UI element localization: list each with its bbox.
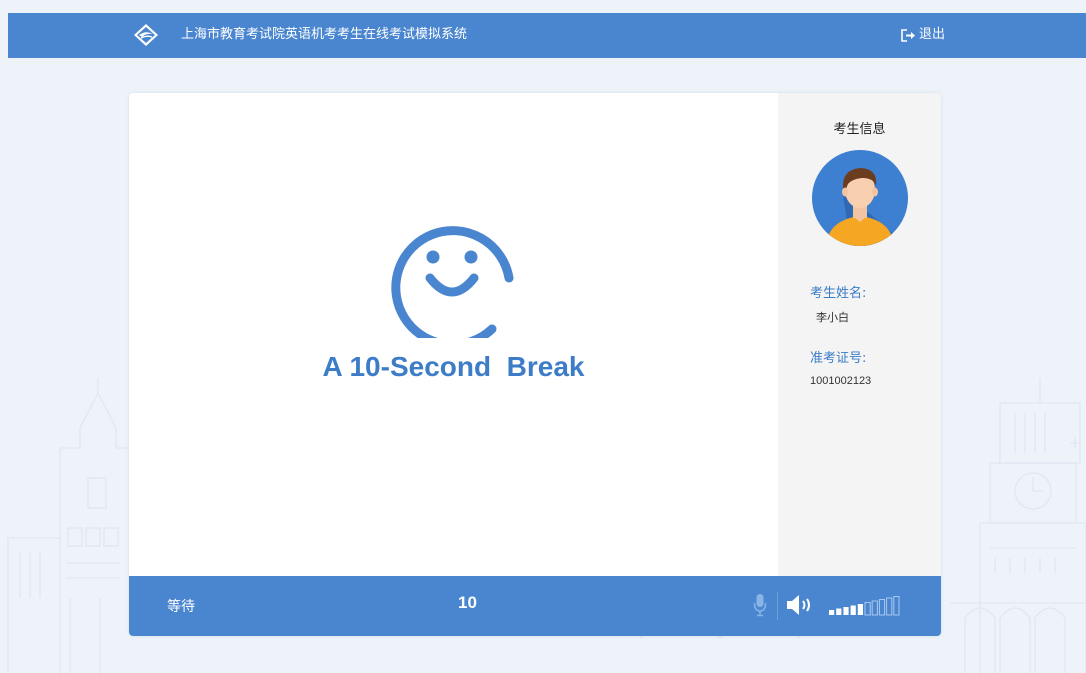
volume-bar bbox=[843, 607, 849, 615]
volume-bar bbox=[878, 599, 886, 616]
logout-icon bbox=[901, 28, 915, 42]
top-header-bar: 上海市教育考试院英语机考考生在线考试模拟系统 退出 bbox=[8, 13, 1086, 58]
candidate-name-label: 考生姓名: bbox=[810, 286, 867, 301]
microphone-icon bbox=[753, 594, 767, 617]
candidate-info-panel: 考生信息 考生姓名: 李小白 准考证号: 1001002123 bbox=[778, 93, 941, 576]
volume-bar bbox=[857, 604, 863, 615]
candidate-id-value: 1001002123 bbox=[810, 375, 872, 387]
break-message: A 10-Second Break bbox=[322, 351, 585, 382]
footer-divider bbox=[777, 592, 778, 620]
countdown-timer: 10 bbox=[458, 593, 477, 612]
footer-bar: 等待 10 bbox=[129, 576, 941, 636]
volume-bar bbox=[871, 600, 878, 616]
candidate-name-value: 李小白 bbox=[816, 311, 849, 324]
volume-level-bars[interactable] bbox=[829, 594, 905, 616]
speaker-icon[interactable] bbox=[785, 594, 817, 616]
volume-bar bbox=[850, 605, 856, 615]
avatar bbox=[812, 150, 908, 246]
smiley-face-icon bbox=[391, 226, 514, 338]
exam-card: A 10-Second Break 考生信息 考生姓名: 李小白 准考证号: 1… bbox=[129, 93, 941, 636]
volume-bar bbox=[836, 608, 842, 615]
logout-button[interactable]: 退出 bbox=[901, 26, 945, 44]
candidate-info-title: 考生信息 bbox=[833, 122, 886, 137]
candidate-id-label: 准考证号: bbox=[810, 351, 867, 366]
exam-board-logo-icon bbox=[134, 24, 158, 46]
volume-bar bbox=[886, 597, 893, 616]
volume-bar bbox=[893, 596, 900, 616]
app-title: 上海市教育考试院英语机考考生在线考试模拟系统 bbox=[181, 27, 468, 42]
logout-label: 退出 bbox=[919, 27, 946, 42]
main-panel: A 10-Second Break bbox=[129, 93, 778, 576]
volume-bar bbox=[864, 602, 871, 616]
volume-bar bbox=[829, 610, 835, 615]
status-text: 等待 bbox=[167, 599, 195, 615]
